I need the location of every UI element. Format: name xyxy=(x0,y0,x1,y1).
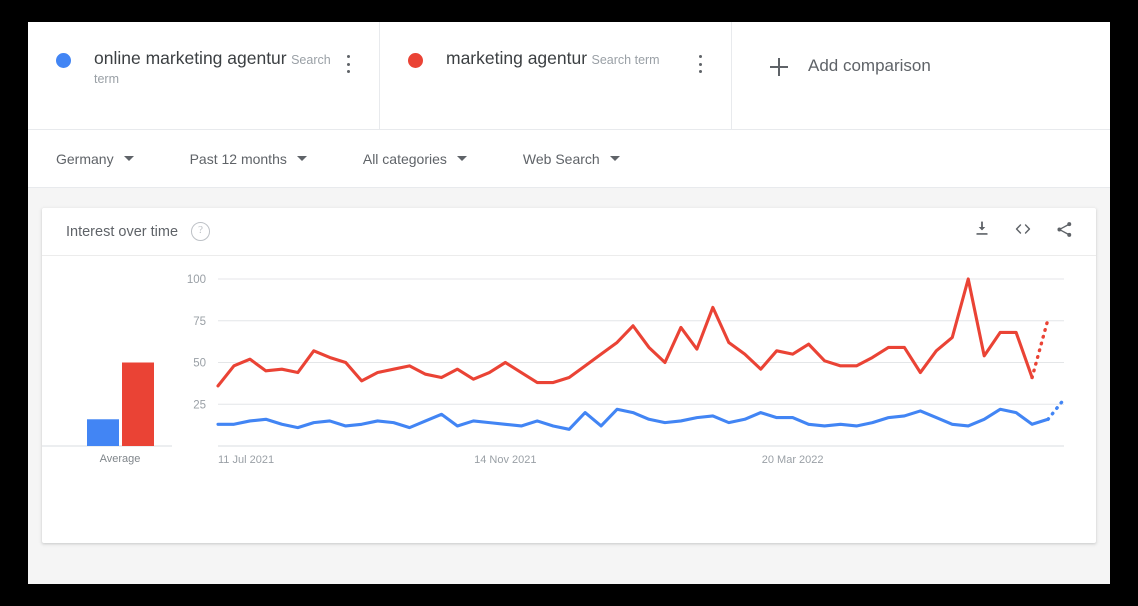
search-term-title-1: online marketing agentur xyxy=(94,48,287,68)
google-trends-app: online marketing agentur Search term mar… xyxy=(28,22,1110,584)
chart-card-header: Interest over time ? xyxy=(42,208,1096,256)
search-term-title-2: marketing agentur xyxy=(446,48,588,68)
trends-line-chart[interactable]: Average 25 50 75 100 11 Jul 2021 14 Nov 2021 20… xyxy=(42,256,1096,543)
share-icon[interactable] xyxy=(1055,220,1074,244)
search-term-card-1[interactable]: online marketing agentur Search term xyxy=(28,22,380,129)
filter-search-type[interactable]: Web Search xyxy=(523,150,620,168)
filters-bar: Germany Past 12 months All categories We… xyxy=(28,130,1110,188)
filter-category-label: All categories xyxy=(362,150,447,167)
svg-text:75: 75 xyxy=(193,316,206,328)
kebab-menu-icon[interactable] xyxy=(691,52,709,76)
filter-time-range[interactable]: Past 12 months xyxy=(190,150,307,168)
series-color-dot-blue xyxy=(56,53,71,68)
svg-text:50: 50 xyxy=(193,358,206,370)
filter-location-label: Germany xyxy=(56,150,114,167)
svg-text:25: 25 xyxy=(193,399,206,411)
page-title: Interest over time xyxy=(66,223,179,240)
plus-icon xyxy=(770,58,788,76)
chevron-down-icon xyxy=(609,156,620,161)
interest-over-time-card: Interest over time ? Average 25 50 75 10… xyxy=(42,208,1096,543)
filter-category[interactable]: All categories xyxy=(363,150,467,168)
embed-code-icon[interactable] xyxy=(1013,220,1033,243)
filter-search-type-label: Web Search xyxy=(522,150,600,167)
svg-text:Average: Average xyxy=(100,453,141,465)
filter-location[interactable]: Germany xyxy=(56,150,134,168)
search-term-subtitle-2: Search term xyxy=(591,53,660,67)
search-terms-bar: online marketing agentur Search term mar… xyxy=(28,22,1110,130)
svg-text:14 Nov 2021: 14 Nov 2021 xyxy=(474,454,536,466)
chevron-down-icon xyxy=(296,156,307,161)
chart-card-wrapper: Interest over time ? Average 25 50 75 10… xyxy=(28,188,1110,543)
search-term-card-2[interactable]: marketing agentur Search term xyxy=(380,22,732,129)
series-color-dot-red xyxy=(408,53,423,68)
question-mark-icon[interactable]: ? xyxy=(191,222,211,241)
add-comparison-button[interactable]: Add comparison xyxy=(732,22,1110,129)
svg-text:100: 100 xyxy=(187,274,206,286)
chevron-down-icon xyxy=(456,156,467,161)
kebab-menu-icon[interactable] xyxy=(339,52,357,76)
svg-text:11 Jul 2021: 11 Jul 2021 xyxy=(218,454,274,466)
download-icon[interactable] xyxy=(973,220,991,243)
svg-text:20 Mar 2022: 20 Mar 2022 xyxy=(762,454,824,466)
interest-over-time-plot: Average 25 50 75 100 11 Jul 2021 14 Nov 2021 20… xyxy=(42,256,1096,543)
filter-time-range-label: Past 12 months xyxy=(189,150,287,167)
add-comparison-label: Add comparison xyxy=(808,56,931,75)
chevron-down-icon xyxy=(123,156,134,161)
